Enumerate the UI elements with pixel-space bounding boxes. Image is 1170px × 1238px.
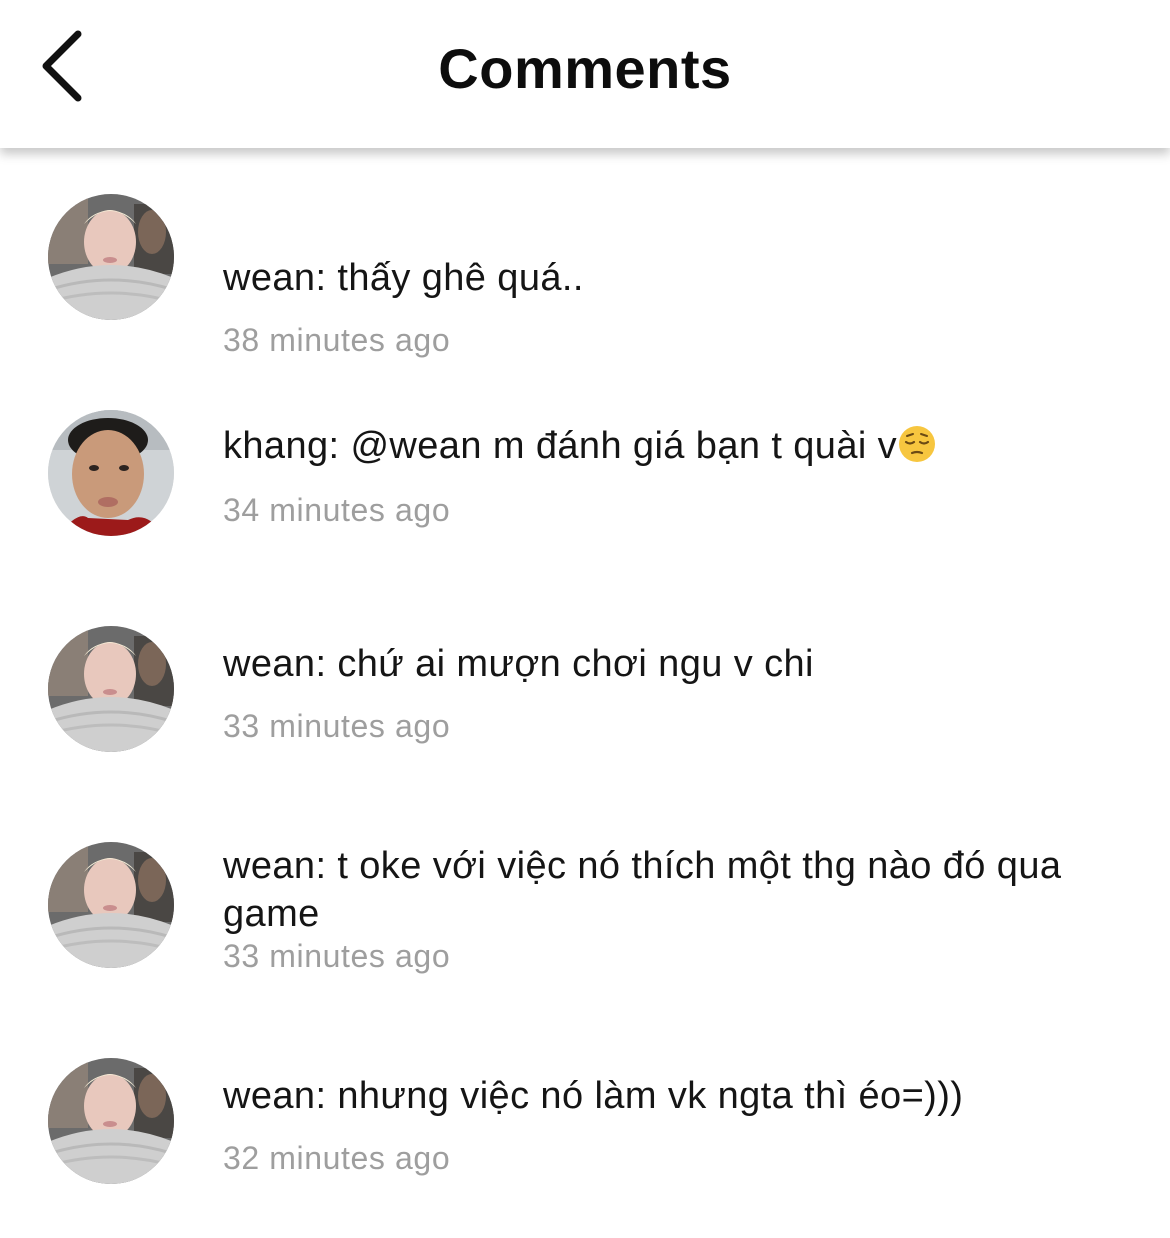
comment-timestamp: 32 minutes ago — [223, 1140, 451, 1176]
comment-item: khang: @wean m đánh giá bạn t quài v 34 … — [0, 410, 1170, 590]
avatar-image — [48, 842, 174, 968]
comment-text: khang: @wean m đánh giá bạn t quài v — [223, 422, 1123, 470]
pensive-face-emoji — [899, 426, 936, 462]
comment-text: wean: nhưng việc nó làm vk ngta thì éo=)… — [223, 1075, 964, 1117]
comment-timestamp: 33 minutes ago — [223, 938, 451, 974]
comment-text-content: khang: @wean m đánh giá bạn t quài v — [223, 425, 898, 467]
comment-item: wean: nhưng việc nó làm vk ngta thì éo=)… — [0, 1058, 1170, 1238]
avatar-image — [48, 1058, 174, 1184]
avatar[interactable] — [48, 842, 174, 968]
comment-item: wean: t oke với việc nó thích một thg nà… — [0, 842, 1170, 1022]
avatar[interactable] — [48, 626, 174, 752]
comment-item: wean: thấy ghê quá.. 38 minutes ago — [0, 194, 1170, 374]
avatar-image — [48, 410, 174, 536]
comment-timestamp: 38 minutes ago — [223, 322, 451, 358]
comment-item: wean: chứ ai mượn chơi ngu v chi 33 minu… — [0, 626, 1170, 806]
avatar[interactable] — [48, 410, 174, 536]
comment-text: wean: thấy ghê quá.. — [223, 257, 584, 299]
avatar-image — [48, 626, 174, 752]
avatar-image — [48, 194, 174, 320]
app-header: Comments — [0, 0, 1170, 148]
page-title: Comments — [438, 37, 732, 100]
comment-timestamp: 34 minutes ago — [223, 492, 451, 528]
avatar[interactable] — [48, 194, 174, 320]
avatar[interactable] — [48, 1058, 174, 1184]
comment-text: wean: chứ ai mượn chơi ngu v chi — [223, 643, 814, 685]
comment-timestamp: 33 minutes ago — [223, 708, 451, 744]
comment-text: wean: t oke với việc nó thích một thg nà… — [223, 845, 1062, 935]
